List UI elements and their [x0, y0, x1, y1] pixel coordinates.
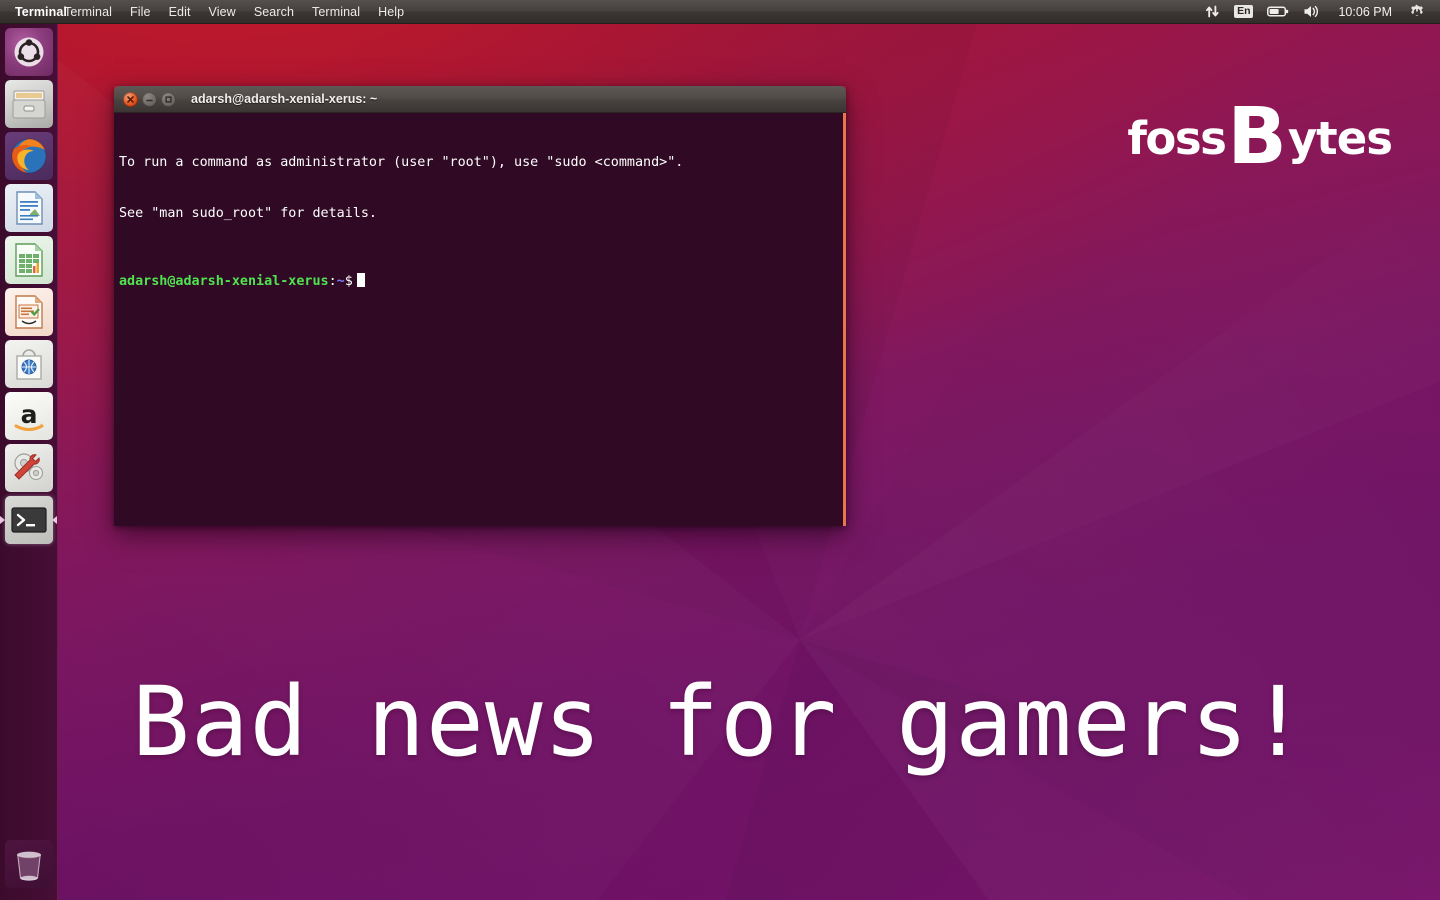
sidebar-item-libreoffice-calc[interactable]: [5, 236, 53, 284]
headline-text: Bad news for gamers!: [132, 666, 1308, 778]
terminal-window[interactable]: adarsh@adarsh-xenial-xerus: ~ To run a c…: [114, 86, 846, 526]
menu-item-search[interactable]: Search: [245, 0, 303, 24]
sidebar-item-firefox[interactable]: [5, 132, 53, 180]
logo-text-part3: ytes: [1287, 112, 1393, 165]
top-panel: Terminal Terminal File Edit View Search …: [0, 0, 1440, 24]
prompt-path: ~: [336, 274, 345, 289]
prompt-symbol: $: [344, 274, 353, 289]
volume-speaker-icon[interactable]: [1296, 0, 1328, 24]
keyboard-layout-indicator[interactable]: En: [1227, 0, 1260, 24]
menu-item-view[interactable]: View: [200, 0, 245, 24]
battery-icon[interactable]: [1260, 0, 1296, 24]
svg-text:a: a: [21, 400, 38, 429]
sidebar-item-system-settings[interactable]: [5, 444, 53, 492]
launcher-focused-pip-right: [52, 516, 57, 524]
minimize-button[interactable]: [142, 91, 157, 107]
maximize-button[interactable]: [161, 91, 176, 107]
logo-text-part2: B: [1227, 92, 1287, 182]
sidebar-item-terminal[interactable]: [5, 496, 53, 544]
logo-text-part1: foss: [1127, 112, 1227, 165]
sidebar-item-amazon[interactable]: a: [5, 392, 53, 440]
sidebar-item-dash-home[interactable]: [5, 28, 53, 76]
menubar-app-name: Terminal: [15, 4, 67, 19]
terminal-window-title: adarsh@adarsh-xenial-xerus: ~: [191, 92, 378, 106]
menu-item-help[interactable]: Help: [369, 0, 413, 24]
terminal-content-area[interactable]: To run a command as administrator (user …: [114, 113, 846, 526]
terminal-output-line: To run a command as administrator (user …: [119, 155, 684, 170]
sidebar-item-software-center[interactable]: [5, 340, 53, 388]
launcher-running-pip-left: [0, 516, 5, 524]
terminal-titlebar[interactable]: adarsh@adarsh-xenial-xerus: ~: [114, 86, 846, 113]
terminal-output: To run a command as administrator (user …: [117, 120, 846, 324]
terminal-cursor: [356, 273, 365, 287]
sidebar-item-trash[interactable]: [5, 840, 53, 888]
network-up-down-arrows-icon[interactable]: [1198, 0, 1227, 24]
keyboard-layout-label: En: [1234, 5, 1254, 18]
sidebar-item-libreoffice-impress[interactable]: [5, 288, 53, 336]
prompt-separator: :: [328, 274, 337, 289]
menu-item-edit[interactable]: Edit: [160, 0, 200, 24]
sidebar-item-libreoffice-writer[interactable]: [5, 184, 53, 232]
terminal-prompt-line: adarsh@adarsh-xenial-xerus:~$: [119, 273, 846, 290]
panel-indicator-area: En 10:06 PM: [1198, 0, 1440, 24]
unity-launcher: a: [0, 24, 58, 900]
fossbytes-logo: foss B ytes: [1127, 92, 1393, 182]
clock-indicator[interactable]: 10:06 PM: [1328, 0, 1402, 24]
menu-item-terminal-2[interactable]: Terminal: [303, 0, 369, 24]
terminal-output-line: See "man sudo_root" for details.: [119, 206, 377, 221]
prompt-user-host: adarsh@adarsh-xenial-xerus: [119, 274, 329, 289]
panel-menu-area: Terminal Terminal File Edit View Search …: [0, 0, 413, 24]
gear-power-icon[interactable]: [1402, 0, 1432, 24]
close-button[interactable]: [123, 91, 138, 107]
terminal-scrollbar[interactable]: [843, 113, 846, 526]
sidebar-item-files[interactable]: [5, 80, 53, 128]
menu-item-file[interactable]: File: [121, 0, 160, 24]
